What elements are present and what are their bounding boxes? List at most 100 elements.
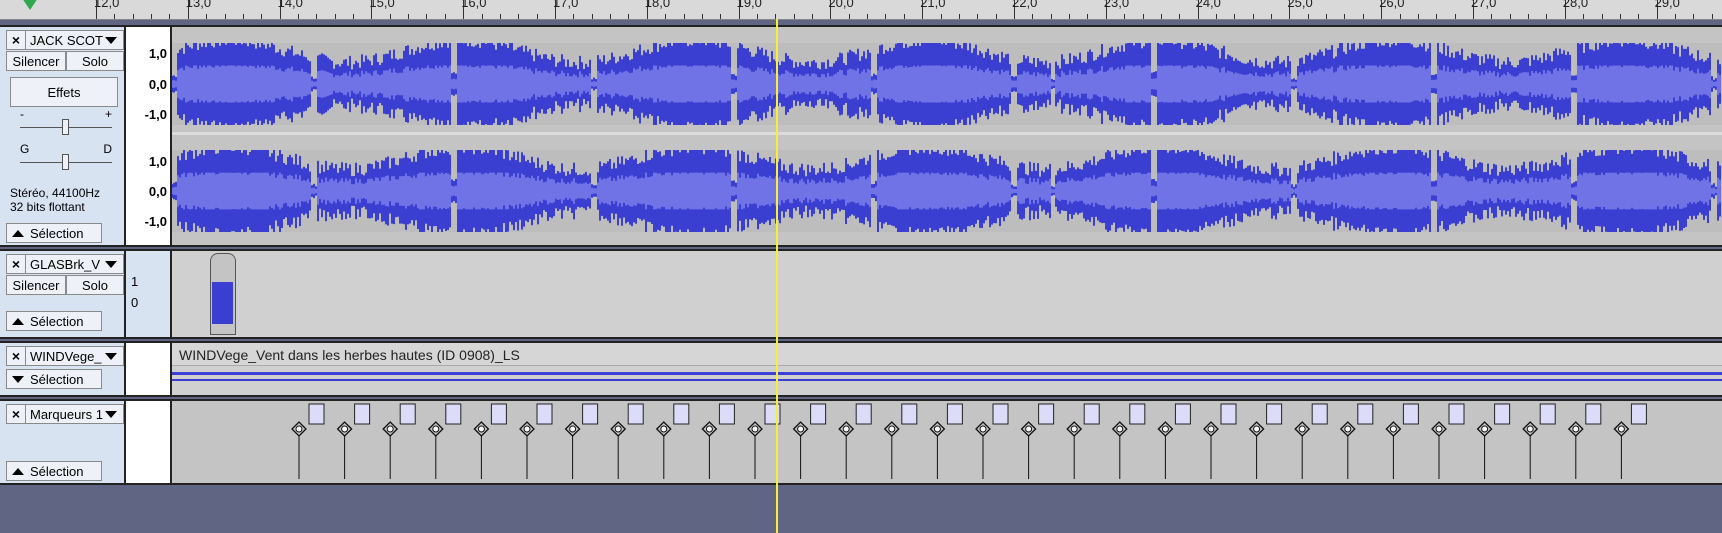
- marker-label[interactable]: [975, 403, 1009, 479]
- marker-label[interactable]: [1066, 403, 1100, 479]
- select-track-button[interactable]: Sélection: [6, 223, 102, 243]
- marker-label[interactable]: [473, 403, 507, 479]
- scale-top-label: 1,0: [148, 46, 167, 61]
- mute-button[interactable]: Silencer: [6, 51, 66, 71]
- marker-label[interactable]: [883, 403, 918, 479]
- track-menu-chevron-down-icon[interactable]: [105, 352, 117, 360]
- marker-label[interactable]: [1111, 403, 1146, 479]
- ruler-minor-tick: [1601, 14, 1603, 19]
- marker-label[interactable]: [1294, 403, 1328, 479]
- waveform-area[interactable]: [172, 251, 1722, 337]
- timeline-ruler[interactable]: 12,0 13,0 14,0 15,0 16,0 17,0 18,0 19,0 20,0 21,0…: [0, 0, 1722, 20]
- select-track-button[interactable]: Sélection: [6, 461, 102, 481]
- pan-slider-handle[interactable]: [62, 154, 69, 170]
- ruler-tick-label: 22,0: [1012, 0, 1038, 10]
- close-track-icon[interactable]: ×: [7, 31, 26, 49]
- ruler-minor-tick: [132, 14, 134, 19]
- expand-track-icon[interactable]: [12, 375, 24, 383]
- collapse-track-icon[interactable]: [12, 229, 24, 237]
- ruler-tick-label: 27,0: [1471, 0, 1497, 10]
- label-track-spacer: [126, 401, 172, 483]
- track-control-panel: × GLASBrk_V Silencer Solo Sélection: [0, 251, 126, 337]
- ruler-minor-tick: [1160, 14, 1162, 19]
- ruler-minor-tick: [426, 14, 428, 19]
- marker-label[interactable]: [1385, 403, 1419, 479]
- ruler-tick-label: 18,0: [644, 0, 671, 10]
- track-menu-chevron-down-icon[interactable]: [105, 410, 117, 418]
- track-header[interactable]: × JACK SCOT: [6, 30, 124, 50]
- marker-label[interactable]: [336, 403, 371, 479]
- ruler-tick-label: 16,0: [461, 0, 487, 10]
- audio-clip[interactable]: [210, 253, 236, 335]
- marker-label[interactable]: [701, 403, 735, 479]
- waveform-area[interactable]: WINDVege_Vent dans les herbes hautes (ID…: [172, 343, 1722, 395]
- track-name[interactable]: JACK SCOT: [26, 33, 103, 48]
- close-track-icon[interactable]: ×: [7, 405, 26, 423]
- track-header[interactable]: × WINDVege_: [6, 346, 124, 366]
- pan-slider[interactable]: G D: [18, 142, 114, 170]
- close-track-icon[interactable]: ×: [7, 347, 26, 365]
- track-name[interactable]: Marqueurs 1: [26, 407, 103, 422]
- gain-slider-handle[interactable]: [62, 119, 69, 135]
- label-area[interactable]: [172, 401, 1722, 483]
- marker-label[interactable]: [929, 403, 963, 479]
- track-name[interactable]: WINDVege_: [26, 349, 103, 364]
- collapse-track-icon[interactable]: [12, 467, 24, 475]
- marker-label[interactable]: [564, 403, 599, 479]
- track-header[interactable]: × GLASBrk_V: [6, 254, 124, 274]
- marker-label[interactable]: [1522, 403, 1556, 479]
- ruler-minor-tick: [151, 14, 153, 19]
- waveform-area[interactable]: [172, 27, 1722, 245]
- markers-display[interactable]: [172, 401, 1722, 479]
- ruler-tick-label: 28,0: [1562, 0, 1589, 10]
- track-menu-chevron-down-icon[interactable]: [105, 36, 117, 44]
- marker-label[interactable]: [1020, 403, 1055, 479]
- clip-title-bar[interactable]: WINDVege_Vent dans les herbes hautes (ID…: [172, 343, 1722, 366]
- marker-label[interactable]: [1613, 403, 1647, 479]
- clip-waveform-2: [172, 379, 1722, 381]
- collapse-track-icon[interactable]: [12, 317, 24, 325]
- marker-label[interactable]: [792, 403, 827, 479]
- marker-label[interactable]: [1431, 403, 1465, 479]
- gain-slider[interactable]: - +: [18, 107, 114, 135]
- ruler-minor-tick: [1417, 14, 1419, 19]
- marker-label[interactable]: [1203, 403, 1237, 479]
- select-track-button[interactable]: Sélection: [6, 369, 102, 389]
- track-control-panel: × WINDVege_ Sélection: [0, 343, 126, 395]
- marker-label[interactable]: [1476, 403, 1511, 479]
- ruler-minor-tick: [1087, 14, 1089, 19]
- ruler-minor-tick: [573, 14, 575, 19]
- ruler-minor-tick: [536, 14, 538, 19]
- select-track-button[interactable]: Sélection: [6, 311, 102, 331]
- marker-label[interactable]: [610, 403, 644, 479]
- marker-label[interactable]: [838, 403, 872, 479]
- ruler-minor-tick: [169, 14, 171, 19]
- mute-button[interactable]: Silencer: [6, 275, 66, 295]
- marker-label[interactable]: [655, 403, 690, 479]
- track-menu-chevron-down-icon[interactable]: [105, 260, 117, 268]
- ruler-minor-tick: [1124, 14, 1126, 19]
- ruler-minor-tick: [297, 14, 299, 19]
- marker-label[interactable]: [382, 403, 416, 479]
- play-head-icon[interactable]: [22, 0, 38, 10]
- marker-label[interactable]: [1567, 403, 1602, 479]
- marker-label[interactable]: [1248, 403, 1283, 479]
- waveform-display[interactable]: [172, 27, 1722, 241]
- ruler-minor-tick: [1179, 14, 1181, 19]
- solo-button[interactable]: Solo: [66, 275, 124, 295]
- marker-label[interactable]: [427, 403, 462, 479]
- marker-label[interactable]: [1157, 403, 1191, 479]
- amplitude-scale: 1 0: [126, 251, 172, 337]
- audio-track-wind: × WINDVege_ Sélection WINDVege_Vent dans…: [0, 341, 1722, 397]
- marker-label[interactable]: [519, 403, 553, 479]
- ruler-minor-tick: [756, 14, 758, 19]
- close-track-icon[interactable]: ×: [7, 255, 26, 273]
- effects-button[interactable]: Effets: [10, 77, 118, 107]
- track-name[interactable]: GLASBrk_V: [26, 257, 103, 272]
- track-header[interactable]: × Marqueurs 1: [6, 404, 124, 424]
- ruler-minor-tick: [408, 14, 410, 19]
- marker-label[interactable]: [291, 403, 325, 479]
- select-button-label: Sélection: [30, 225, 84, 241]
- solo-button[interactable]: Solo: [66, 51, 124, 71]
- marker-label[interactable]: [1339, 403, 1374, 479]
